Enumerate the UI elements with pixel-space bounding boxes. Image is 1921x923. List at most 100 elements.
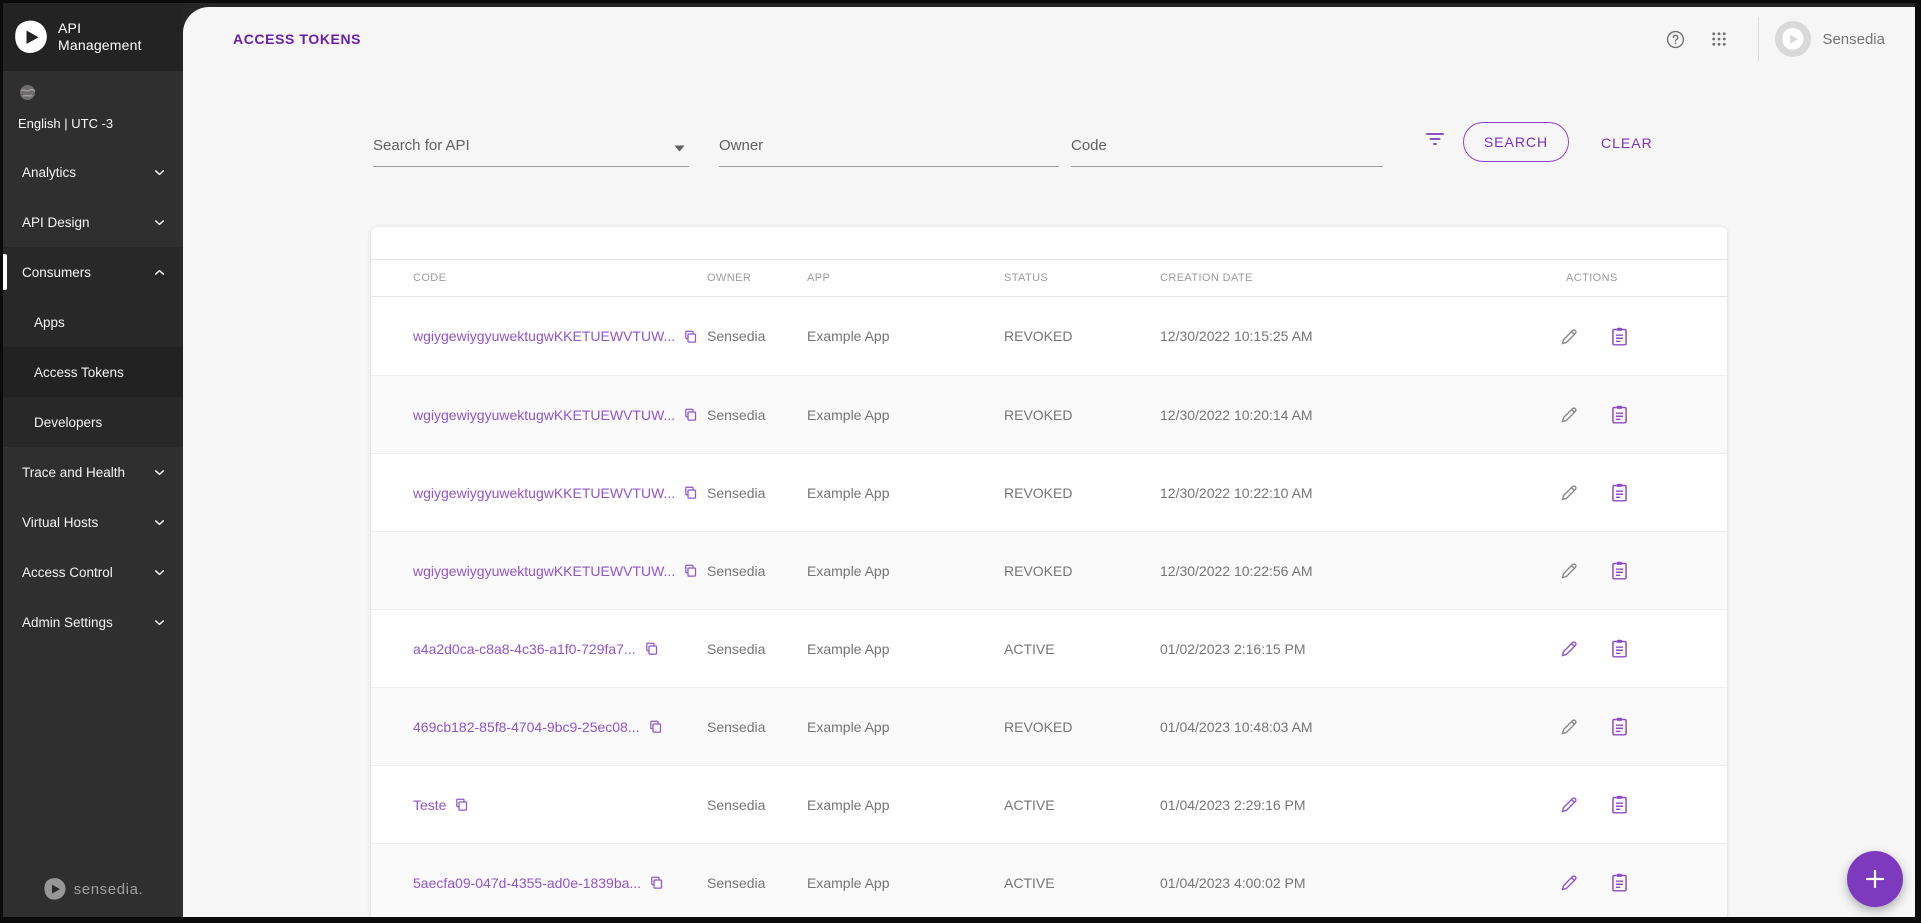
report-button[interactable] [1606,402,1632,428]
copy-icon[interactable] [683,407,698,422]
chevron-down-icon [152,615,167,630]
top-bar-right: Sensedia [1658,17,1885,61]
token-code-link[interactable]: 5aecfa09-047d-4355-ad0e-1839ba... [413,875,641,891]
sidebar-item-developers[interactable]: Developers [3,397,183,447]
sidebar-item-access-control[interactable]: Access Control [3,547,183,597]
edit-button[interactable] [1556,480,1582,506]
copy-icon[interactable] [454,797,469,812]
edit-button[interactable] [1556,714,1582,740]
plus-icon [1864,868,1886,890]
code-placeholder: Code [1071,137,1107,154]
creation-date-cell: 12/30/2022 10:20:14 AM [1160,407,1521,423]
report-button[interactable] [1606,792,1632,818]
actions-cell [1521,636,1685,662]
token-code-link[interactable]: wgiygewiygyuwektugwKKETUEWVTUW... [413,485,675,501]
apps-launcher-button[interactable] [1702,22,1736,56]
chevron-down-icon [152,515,167,530]
copy-icon[interactable] [683,329,698,344]
app-cell: Example App [807,407,1004,423]
owner-cell: Sensedia [707,719,807,735]
user-name: Sensedia [1822,31,1885,48]
sidebar-item-trace-and-health[interactable]: Trace and Health [3,447,183,497]
globe-icon [18,83,37,102]
token-code-link[interactable]: wgiygewiygyuwektugwKKETUEWVTUW... [413,407,675,423]
page-title: ACCESS TOKENS [233,31,361,47]
owner-cell: Sensedia [707,485,807,501]
sensedia-pick-icon [1781,27,1805,51]
copy-icon[interactable] [649,875,664,890]
report-button[interactable] [1606,714,1632,740]
user-avatar[interactable] [1775,21,1811,57]
sidebar-item-analytics[interactable]: Analytics [3,147,183,197]
chevron-up-icon [152,265,167,280]
token-code-link[interactable]: wgiygewiygyuwektugwKKETUEWVTUW... [413,328,675,344]
filter-lines-icon [1425,132,1445,146]
window-frame: API Management English | UTC -3 Analytic… [3,3,1915,917]
owner-cell: Sensedia [707,328,807,344]
report-button[interactable] [1606,323,1632,349]
token-code-link[interactable]: wgiygewiygyuwektugwKKETUEWVTUW... [413,563,675,579]
sidebar-item-admin-settings[interactable]: Admin Settings [3,597,183,647]
code-input[interactable]: Code [1071,117,1383,167]
token-code-link[interactable]: a4a2d0ca-c8a8-4c36-a1f0-729fa7... [413,641,636,657]
help-button[interactable] [1658,22,1692,56]
sidebar-item-access-tokens[interactable]: Access Tokens [3,347,183,397]
actions-cell [1521,402,1685,428]
actions-cell [1521,792,1685,818]
table-row: wgiygewiygyuwektugwKKETUEWVTUW... Sensed… [371,375,1727,453]
sensedia-pick-icon [13,19,49,55]
app-cell: Example App [807,875,1004,891]
sidebar-item-consumers[interactable]: Consumers [3,247,183,297]
creation-date-cell: 12/30/2022 10:15:25 AM [1160,328,1521,344]
table-row: wgiygewiygyuwektugwKKETUEWVTUW... Sensed… [371,453,1727,531]
status-cell: REVOKED [1004,328,1160,344]
edit-button[interactable] [1556,870,1582,896]
column-header-app: APP [807,272,1004,284]
report-button[interactable] [1606,480,1632,506]
edit-button[interactable] [1556,402,1582,428]
column-header-creation-date: CREATION DATE [1160,272,1521,284]
sidebar-nav: Analytics API Design Consumers Apps Acce… [3,147,183,877]
edit-button[interactable] [1556,636,1582,662]
add-token-button[interactable] [1847,851,1903,907]
table-body: wgiygewiygyuwektugwKKETUEWVTUW... Sensed… [371,297,1727,917]
report-button[interactable] [1606,636,1632,662]
code-cell: Teste [413,797,707,813]
api-select[interactable]: Search for API [373,117,689,167]
search-button[interactable]: SEARCH [1463,122,1569,162]
owner-input[interactable]: Owner [719,117,1059,167]
help-icon [1666,30,1685,49]
sidebar-item-apps[interactable]: Apps [3,297,183,347]
copy-icon[interactable] [644,641,659,656]
sidebar-item-virtual-hosts[interactable]: Virtual Hosts [3,497,183,547]
status-cell: REVOKED [1004,407,1160,423]
status-cell: REVOKED [1004,563,1160,579]
owner-cell: Sensedia [707,563,807,579]
language-label: English | UTC -3 [18,116,168,131]
status-cell: REVOKED [1004,719,1160,735]
status-cell: ACTIVE [1004,797,1160,813]
app-cell: Example App [807,563,1004,579]
edit-button[interactable] [1556,792,1582,818]
token-code-link[interactable]: Teste [413,797,446,813]
edit-button[interactable] [1556,558,1582,584]
copy-icon[interactable] [683,485,698,500]
actions-cell [1521,870,1685,896]
filter-bar: Search for API Owner Code SEARCH [373,117,1731,167]
token-code-link[interactable]: 469cb182-85f8-4704-9bc9-25ec08... [413,719,640,735]
copy-icon[interactable] [683,563,698,578]
code-cell: wgiygewiygyuwektugwKKETUEWVTUW... [413,485,707,501]
topbar-divider [1758,17,1759,61]
table-row: wgiygewiygyuwektugwKKETUEWVTUW... Sensed… [371,531,1727,609]
language-selector[interactable]: English | UTC -3 [3,71,183,147]
owner-cell: Sensedia [707,875,807,891]
report-button[interactable] [1606,870,1632,896]
sidebar-item-api-design[interactable]: API Design [3,197,183,247]
table-header: CODE OWNER APP STATUS CREATION DATE ACTI… [371,259,1727,297]
clear-button[interactable]: CLEAR [1601,135,1653,151]
copy-icon[interactable] [648,719,663,734]
sensedia-pick-icon [43,877,67,901]
edit-button[interactable] [1556,323,1582,349]
filter-toggle-button[interactable] [1425,132,1445,151]
report-button[interactable] [1606,558,1632,584]
